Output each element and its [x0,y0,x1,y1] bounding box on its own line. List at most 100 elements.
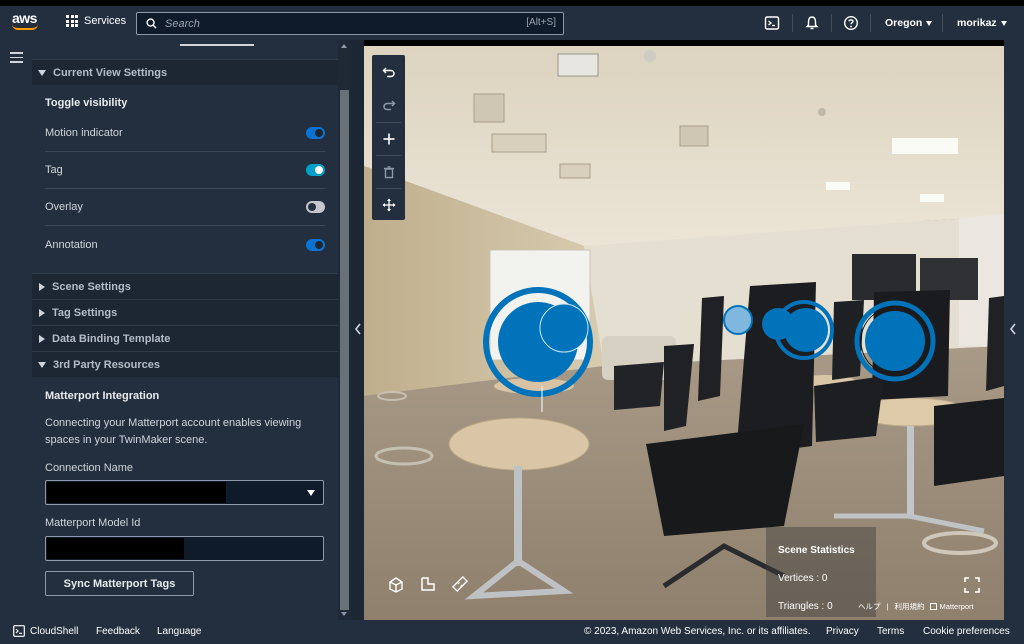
search-box[interactable]: [Alt+S] [136,12,564,35]
matterport-3d-viewer[interactable] [364,46,1004,620]
panel-collapse-strip[interactable] [351,40,364,620]
connection-name-label: Connection Name [45,462,134,474]
section-third-party-resources[interactable]: 3rd Party Resources [32,351,338,377]
room-scene-image [364,46,1004,620]
right-panel-strip[interactable] [1004,40,1024,620]
floorplan-view-icon[interactable] [419,575,437,593]
toggle-row-annotation: Annotation [45,226,325,263]
add-icon [383,133,394,144]
model-id-label: Matterport Model Id [45,517,141,529]
tag-toggle[interactable] [306,164,325,176]
toggle-label: Tag [45,164,63,176]
redacted-value [47,538,184,559]
toggle-row-overlay: Overlay [45,189,325,226]
annotation-toggle[interactable] [306,238,325,251]
toggle-row-tag: Tag [45,152,325,189]
toggle-label: Annotation [45,238,98,251]
top-navigation: aws Services [Alt+S] [0,6,1024,40]
measure-icon[interactable] [451,575,469,593]
side-nav-rail [0,40,32,620]
services-button[interactable]: Services [66,15,126,27]
settings-panel: Current View Settings Toggle visibility … [32,40,338,620]
help-icon[interactable] [843,15,859,31]
viewer-toolbar [372,55,405,220]
section-tag-settings[interactable]: Tag Settings [32,299,338,325]
chevron-left-icon[interactable] [1008,322,1018,336]
grid-icon [66,15,78,27]
redacted-value [47,482,226,503]
section-scene-settings[interactable]: Scene Settings [32,273,338,299]
section-title: 3rd Party Resources [53,358,160,371]
section-title: Data Binding Template [52,332,171,345]
fullscreen-icon[interactable] [963,576,981,594]
sync-matterport-tags-button[interactable]: Sync Matterport Tags [45,571,194,596]
search-shortcut: [Alt+S] [526,17,556,28]
nav-separator [831,14,832,32]
region-selector[interactable]: Oregon [885,17,933,29]
link-divider: | [886,602,889,611]
user-menu[interactable]: morikaz [957,17,1007,29]
redo-button[interactable] [372,88,405,121]
stats-triangles: Triangles : 0 [778,601,833,612]
cloudshell-label: CloudShell [30,625,79,637]
nav-separator [870,14,871,32]
model-id-input[interactable] [45,536,324,561]
aws-logo-text: aws [12,10,37,26]
user-label: morikaz [957,17,997,29]
terms-of-use-link[interactable]: 利用規約 [894,601,924,612]
overlay-toggle[interactable] [306,201,325,213]
tab-indicator [180,44,254,46]
toggle-label: Motion indicator [45,127,123,139]
toggle-visibility-heading: Toggle visibility [45,97,128,109]
search-input[interactable] [165,16,505,31]
help-link[interactable]: ヘルプ [858,601,881,612]
section-title: Current View Settings [53,66,168,79]
scroll-down-icon[interactable] [341,612,347,616]
footer: CloudShell Feedback Language © 2023, Ama… [0,620,1024,644]
privacy-link[interactable]: Privacy [826,626,859,637]
scroll-up-icon[interactable] [341,44,347,48]
tag-marker[interactable] [854,300,936,382]
terms-link[interactable]: Terms [877,626,904,637]
add-button[interactable] [372,122,405,155]
connection-name-select[interactable] [45,480,324,505]
matterport-logo[interactable]: Matterport [930,602,974,611]
motion-indicator-toggle[interactable] [306,127,325,139]
section-data-binding-template[interactable]: Data Binding Template [32,325,338,351]
search-icon [146,18,157,29]
section-current-view-settings[interactable]: Current View Settings [32,59,338,85]
toggle-row-motion-indicator: Motion indicator [45,115,325,152]
panel-scrollbar[interactable] [338,40,351,620]
caret-down-icon [1000,20,1007,26]
app-frame: aws Services [Alt+S] [0,0,1024,644]
caret-down-icon [926,20,933,26]
matterport-links: ヘルプ | 利用規約 Matterport [858,601,974,612]
caret-down-icon [38,69,46,76]
nav-separator [942,14,943,32]
cloudshell-icon [13,625,25,637]
cookie-preferences-link[interactable]: Cookie preferences [923,626,1010,637]
chevron-left-icon[interactable] [353,322,363,336]
undo-button[interactable] [372,55,405,88]
feedback-link[interactable]: Feedback [96,626,140,637]
caret-right-icon [39,308,45,317]
language-link[interactable]: Language [157,626,202,637]
move-button[interactable] [372,188,405,221]
aws-logo[interactable]: aws [12,11,46,35]
caret-right-icon [39,334,45,343]
tag-marker[interactable] [723,305,753,335]
bell-icon[interactable] [804,15,820,31]
stats-title: Scene Statistics [778,545,855,556]
menu-icon[interactable] [10,52,23,63]
toggle-label: Overlay [45,201,83,213]
delete-button[interactable] [372,155,405,188]
cloudshell-button[interactable]: CloudShell [13,625,78,637]
matterport-integration-heading: Matterport Integration [45,390,160,402]
move-icon [382,198,395,211]
scroll-thumb[interactable] [340,90,349,610]
dollhouse-view-icon[interactable] [387,575,405,593]
region-label: Oregon [885,17,923,29]
services-label: Services [84,15,127,27]
cloudshell-icon[interactable] [764,15,780,31]
nav-separator [792,14,793,32]
